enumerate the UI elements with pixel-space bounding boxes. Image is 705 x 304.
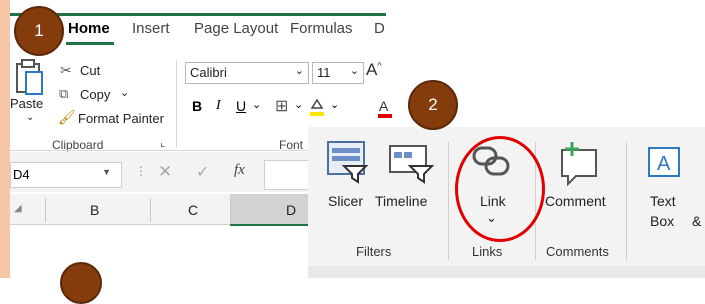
enter-check-icon[interactable]: ✓ [196, 162, 209, 182]
column-header-d[interactable]: D [286, 202, 296, 218]
tab-home[interactable]: Home [68, 20, 110, 37]
textbox-button-line2[interactable]: Box [650, 213, 674, 229]
ribbon-bottom-border [10, 150, 308, 151]
left-border-strip [0, 0, 10, 278]
name-box-value: D4 [13, 167, 30, 182]
formula-input[interactable] [264, 160, 310, 190]
tab-insert[interactable]: Insert [132, 20, 170, 37]
tab-data-partial[interactable]: D [374, 20, 385, 37]
chevron-down-icon: ⌄ [294, 65, 304, 77]
insert-function-icon[interactable]: fx [234, 162, 245, 179]
step-marker-2: 2 [408, 80, 458, 130]
column-divider [230, 198, 231, 222]
ribbon-group-divider [448, 142, 449, 260]
clipboard-launcher-icon[interactable]: ⌞ [160, 136, 165, 149]
font-size-select[interactable]: 11 ⌄ [312, 62, 364, 84]
tab-page-layout[interactable]: Page Layout [194, 20, 278, 37]
column-header-c[interactable]: C [188, 202, 198, 218]
filters-group-label: Filters [356, 244, 392, 259]
tab-formulas[interactable]: Formulas [290, 20, 353, 37]
copy-icon[interactable]: ⧉ [59, 86, 68, 102]
name-box[interactable]: D4 ▼ [10, 162, 122, 188]
cancel-icon[interactable]: ✕ [158, 162, 172, 182]
ampersand-partial-icon[interactable]: & [692, 213, 701, 229]
selected-column-highlight [230, 194, 308, 226]
step-marker-1: 1 [14, 6, 64, 56]
font-name-select[interactable]: Calibri ⌄ [185, 62, 309, 84]
group-divider [176, 60, 177, 148]
copy-dropdown-icon[interactable]: ⌄ [120, 86, 129, 99]
comment-icon[interactable] [558, 140, 602, 187]
links-group-label: Links [472, 244, 503, 259]
column-divider [45, 198, 46, 222]
underline-button[interactable]: U [236, 98, 246, 114]
slicer-icon[interactable] [326, 140, 370, 184]
textbox-icon[interactable]: A [645, 144, 685, 180]
format-painter-button[interactable]: Format Painter [78, 111, 164, 126]
step-marker-3-partial [60, 262, 102, 304]
textbox-button-line1[interactable]: Text [650, 193, 676, 209]
cut-button[interactable]: Cut [80, 63, 100, 78]
paste-dropdown-icon[interactable]: ⌄ [26, 112, 34, 123]
underline-dropdown-icon[interactable]: ⌄ [252, 98, 261, 111]
comment-button[interactable]: Comment [545, 193, 606, 209]
active-tab-indicator [66, 42, 114, 45]
column-divider [150, 198, 151, 222]
more-icon: ⋮ [135, 164, 147, 178]
ribbon-panel-footer [308, 266, 705, 278]
title-bar-accent [10, 13, 386, 16]
slicer-button[interactable]: Slicer [328, 193, 363, 209]
copy-button[interactable]: Copy [80, 87, 110, 102]
svg-text:A: A [657, 153, 671, 175]
timeline-icon[interactable] [388, 140, 435, 184]
comments-group-label: Comments [546, 244, 609, 259]
font-size-value: 11 [317, 65, 331, 80]
borders-dropdown-icon[interactable]: ⌄ [294, 98, 303, 111]
fill-dropdown-icon[interactable]: ⌄ [330, 98, 339, 111]
chevron-down-icon: ⌄ [349, 65, 359, 77]
font-color-icon[interactable]: A [378, 96, 392, 120]
scissors-icon[interactable]: ✂ [60, 62, 72, 79]
increase-font-icon[interactable]: A^ [366, 60, 382, 80]
italic-button[interactable]: I [216, 98, 221, 114]
svg-text:A: A [379, 98, 389, 114]
paste-label[interactable]: Paste [10, 96, 43, 111]
font-name-value: Calibri [190, 65, 227, 80]
column-header-b[interactable]: B [90, 202, 99, 218]
timeline-button[interactable]: Timeline [375, 193, 427, 209]
borders-icon[interactable]: ⊞ [275, 96, 288, 116]
fill-color-icon[interactable] [308, 96, 326, 118]
paste-icon[interactable] [14, 58, 46, 98]
format-painter-icon[interactable]: 🖌 [58, 109, 76, 126]
ribbon-group-divider [626, 142, 627, 260]
highlight-ring [455, 136, 545, 242]
select-all-corner-icon[interactable]: ◢ [14, 203, 22, 214]
bold-button[interactable]: B [192, 98, 202, 114]
namebox-dropdown-icon[interactable]: ▼ [102, 167, 111, 177]
